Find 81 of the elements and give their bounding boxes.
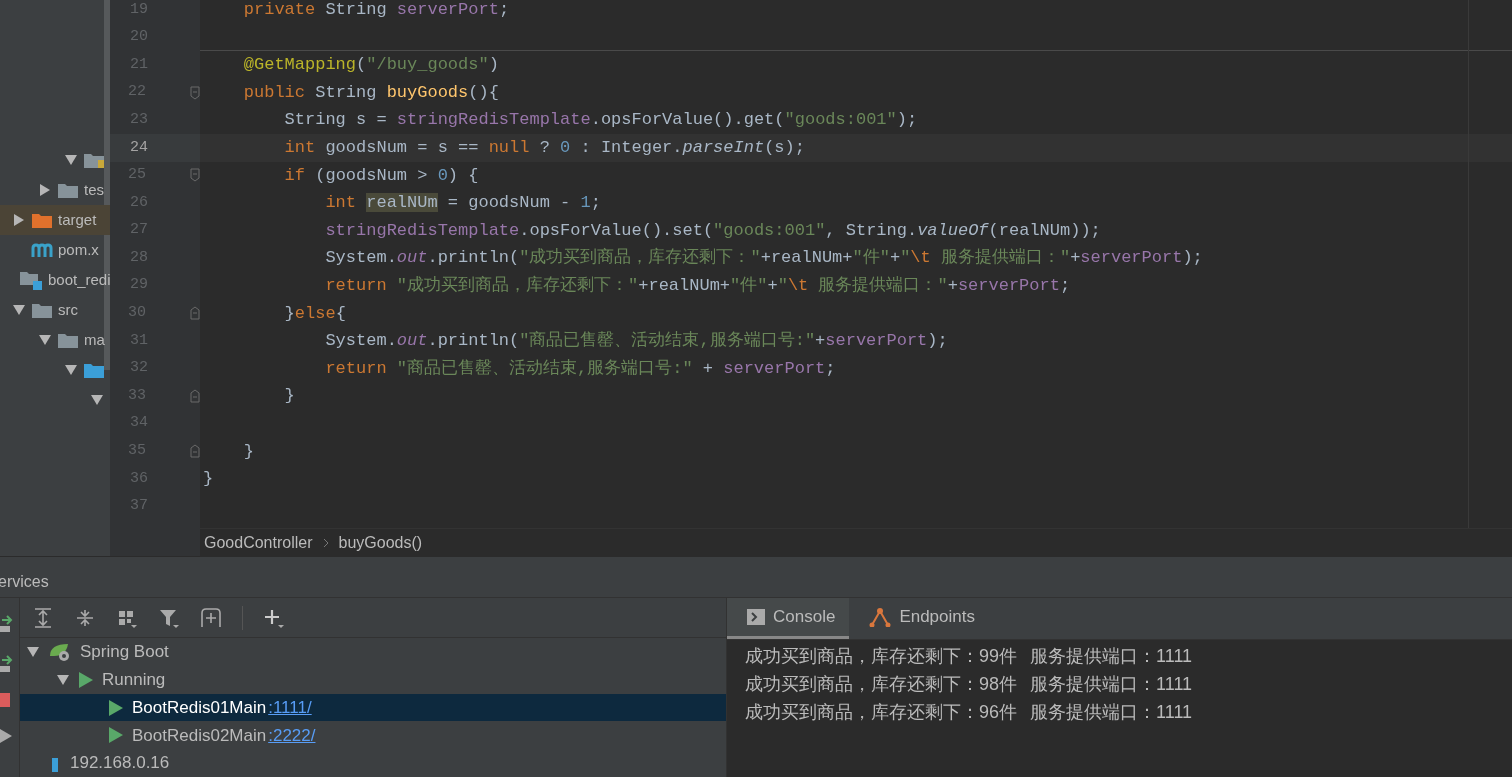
code-line: } — [202, 468, 215, 491]
play-icon[interactable] — [0, 728, 14, 744]
tree-row[interactable]: src — [0, 295, 110, 325]
code-line: System.out.println("成功买到商品，库存还剩下："+realNUm+"件"+"\t 服务提供端口："+serverPort); — [324, 246, 1204, 270]
expand-arrow-icon[interactable] — [38, 334, 52, 346]
module-folder-icon — [19, 270, 43, 290]
tree-label: BootRedis02Main — [132, 724, 267, 747]
code-line: return "商品已售罄、活动结束,服务端口号:" + serverPort; — [324, 357, 837, 380]
tree-label: 192.168.0.16 — [70, 752, 170, 775]
tree-label: tes — [84, 179, 104, 200]
tree-row[interactable]: 192.168.0.16 — [20, 749, 726, 777]
tree-row[interactable]: target — [0, 205, 110, 235]
tree-label: ma — [84, 329, 105, 350]
code-line: return "成功买到商品，库存还剩下："+realNUm+"件"+"\t 服务提供端口："+serverPort; — [324, 274, 1072, 297]
port-link[interactable]: :1111/ — [268, 694, 312, 721]
fold-marker-icon[interactable] — [190, 389, 200, 404]
tree-row[interactable]: pom.x — [0, 235, 110, 265]
tree-row[interactable]: ma — [0, 325, 110, 355]
tree-label: pom.x — [58, 239, 99, 260]
fold-marker-icon[interactable] — [190, 168, 200, 183]
folder-icon — [83, 361, 105, 379]
folder-icon — [57, 331, 79, 349]
leaf-gear-icon — [48, 642, 72, 663]
tree-row[interactable]: Running — [20, 666, 726, 694]
run-icon — [108, 698, 124, 717]
tree-row[interactable]: boot_redi — [0, 265, 110, 295]
console-line: 成功买到商品，库存还剩下：96件 服务提供端口：1111 — [745, 701, 1194, 724]
expand-arrow-icon[interactable] — [64, 364, 78, 376]
tree-row[interactable]: tes — [0, 175, 110, 205]
code-line: if (goodsNum > 0) { — [283, 164, 480, 187]
collapse-arrow-icon[interactable] — [12, 214, 26, 226]
rerun-icon[interactable] — [0, 612, 14, 632]
folder-icon — [31, 211, 53, 229]
code-line: String s = stringRedisTemplate.opsForValue().get("goods:001"); — [283, 109, 919, 132]
run-icon — [108, 726, 124, 745]
port-link[interactable]: :2222/ — [268, 722, 316, 749]
expand-arrow-icon[interactable] — [12, 304, 26, 316]
code-line: private String serverPort; — [242, 0, 511, 21]
code-line: @GetMapping("/buy_goods") — [242, 54, 500, 77]
code-line: } — [242, 440, 255, 463]
tree-label: target — [58, 209, 97, 230]
breadcrumb[interactable]: GoodController — [204, 530, 313, 555]
collapse-arrow-icon[interactable] — [38, 184, 52, 196]
folder-icon — [31, 301, 53, 319]
code-line: System.out.println("商品已售罄、活动结束,服务端口号:"+serverPort); — [324, 330, 949, 353]
tree-row[interactable]: Spring Boot — [20, 638, 726, 666]
add-frame-icon[interactable] — [200, 606, 222, 629]
code-line: public String buyGoods(){ — [242, 81, 500, 104]
console-line: 成功买到商品，库存还剩下：99件 服务提供端口：1111 — [745, 645, 1194, 668]
tab[interactable]: Console — [727, 598, 850, 639]
tree-row[interactable]: BootRedis01Main:1111/ — [20, 693, 726, 722]
expand-arrow-icon[interactable] — [90, 394, 104, 406]
tab[interactable]: Endpoints — [849, 598, 989, 639]
file-icon — [31, 241, 53, 259]
expand-all-icon[interactable] — [32, 606, 54, 629]
package-folder-icon — [83, 151, 105, 169]
tree-label: Running — [102, 669, 166, 692]
fold-marker-icon[interactable] — [190, 306, 200, 321]
chevron-icon — [322, 537, 329, 548]
run-icon — [78, 670, 94, 689]
console-line: 成功买到商品，库存还剩下：98件 服务提供端口：1111 — [745, 673, 1194, 696]
rerun-icon[interactable] — [0, 652, 14, 672]
expand-arrow-icon[interactable] — [26, 646, 40, 659]
expand-arrow-icon[interactable] — [64, 154, 78, 166]
code-line: }else{ — [283, 302, 347, 325]
terminal-icon — [747, 609, 765, 625]
code-line: int realNUm = goodsNum - 1; — [324, 192, 602, 215]
fold-marker-icon[interactable] — [190, 85, 200, 100]
tree-label: src — [58, 299, 78, 320]
expand-arrow-icon[interactable] — [56, 673, 70, 686]
nodes-icon — [869, 607, 892, 627]
tree-label: Spring Boot — [80, 641, 169, 664]
tree-label: boot_redi — [48, 269, 110, 290]
code-line: stringRedisTemplate.opsForValue().set("goods:001", String.valueOf(realNUm)); — [324, 219, 1102, 242]
line-number: 24 — [129, 137, 148, 158]
code-line: } — [283, 385, 296, 408]
tree-row[interactable]: BootRedis02Main:2222/ — [20, 721, 726, 750]
tree-label: BootRedis01Main — [132, 696, 267, 719]
folder-icon — [57, 181, 79, 199]
breadcrumb[interactable]: buyGoods() — [338, 530, 423, 555]
fold-marker-icon[interactable] — [190, 444, 200, 459]
